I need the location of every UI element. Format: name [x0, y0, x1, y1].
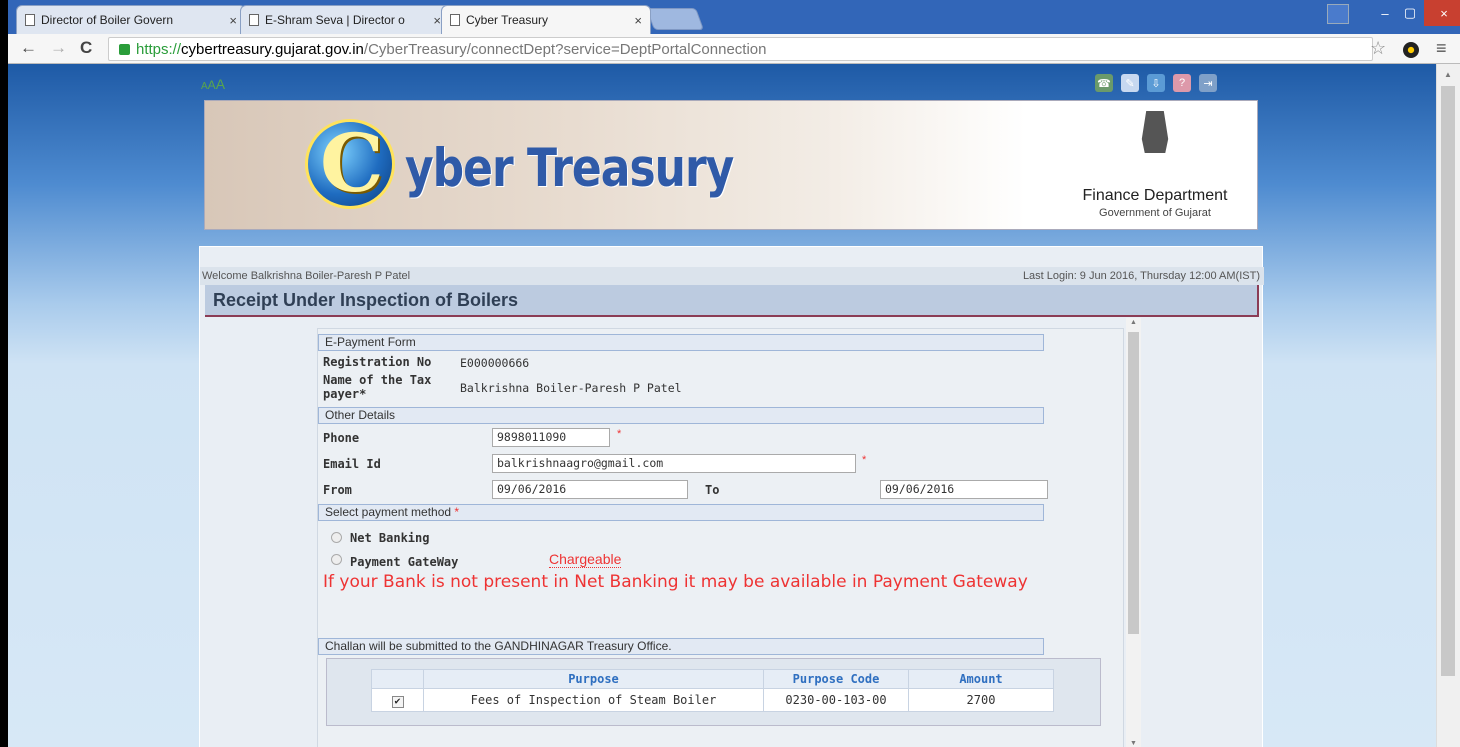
- chrome-menu-icon[interactable]: ≡: [1436, 38, 1447, 59]
- taxpayer-label: Name of the Tax: [323, 373, 432, 387]
- maximize-button[interactable]: ▢: [1398, 0, 1422, 26]
- tab-cyber-treasury[interactable]: Cyber Treasury ×: [441, 5, 651, 34]
- help-icon[interactable]: ?: [1173, 74, 1191, 92]
- tab-title: Cyber Treasury: [466, 13, 549, 27]
- scroll-up-icon[interactable]: ▲: [1444, 70, 1452, 79]
- phone-input[interactable]: 9898011090: [492, 428, 610, 447]
- amount-cell: 2700: [908, 688, 1054, 712]
- column-header-purpose-code: Purpose Code: [763, 669, 909, 689]
- email-input[interactable]: balkrishnaagro@gmail.com: [492, 454, 856, 473]
- extension-icon[interactable]: [1403, 42, 1419, 58]
- reload-icon[interactable]: C: [80, 38, 92, 58]
- row-checkbox[interactable]: ✔: [391, 695, 404, 708]
- new-tab-button[interactable]: [645, 8, 705, 30]
- tab-director-of-boiler[interactable]: Director of Boiler Govern ×: [16, 5, 246, 34]
- form-scrollbar-thumb[interactable]: [1128, 332, 1139, 634]
- payment-method-heading: Select payment method: [325, 505, 452, 519]
- state-emblem-icon: [1141, 111, 1169, 171]
- brand-initial: C: [320, 116, 384, 210]
- page-title: Receipt Under Inspection of Boilers: [205, 285, 1259, 317]
- cyber-treasury-banner: C yber Treasury Finance Department Gover…: [204, 100, 1258, 230]
- purpose-table: Purpose Purpose Code Amount ✔ Fees of In…: [371, 669, 1054, 712]
- payment-gateway-radio[interactable]: [331, 554, 342, 565]
- url-host: cybertreasury.gujarat.gov.in: [181, 40, 364, 58]
- font-large-button[interactable]: A: [216, 76, 225, 92]
- email-label: Email Id: [323, 457, 381, 471]
- address-toolbar: ← → C https://cybertreasury.gujarat.gov.…: [8, 34, 1460, 64]
- close-tab-icon[interactable]: ×: [634, 13, 642, 28]
- registration-label: Registration No: [323, 355, 432, 369]
- last-login-text: Last Login: 9 Jun 2016, Thursday 12:00 A…: [1022, 270, 1260, 282]
- section-other-details: Other Details: [318, 407, 1044, 424]
- required-mark: *: [617, 428, 622, 440]
- welcome-text: Welcome Balkrishna Boiler-Paresh P Patel: [202, 270, 411, 282]
- tab-title: E-Shram Seva | Director o: [265, 13, 405, 27]
- from-label: From: [323, 483, 352, 497]
- scroll-down-icon[interactable]: ▼: [1130, 740, 1137, 747]
- header-icons: ☎ ✎ ⇩ ? ⇥: [1095, 74, 1217, 92]
- chargeable-link[interactable]: Chargeable: [549, 551, 622, 568]
- user-profile-icon[interactable]: [1327, 4, 1349, 24]
- font-medium-button[interactable]: A: [208, 78, 216, 92]
- section-payment-method: Select payment method *: [318, 504, 1044, 521]
- table-row: ✔ Fees of Inspection of Steam Boiler 023…: [371, 688, 1054, 712]
- url-bar[interactable]: https://cybertreasury.gujarat.gov.in/Cyb…: [108, 37, 1373, 61]
- column-header-purpose: Purpose: [423, 669, 764, 689]
- page-scrollbar-thumb[interactable]: [1441, 86, 1455, 676]
- font-size-controls: AAA: [201, 76, 225, 92]
- phone-label: Phone: [323, 431, 360, 445]
- form-scrollbar[interactable]: ▲ ▼: [1126, 318, 1141, 747]
- from-date-input[interactable]: 09/06/2016: [492, 480, 688, 499]
- close-window-button[interactable]: ×: [1424, 0, 1460, 26]
- taxpayer-label-line2: payer*: [323, 387, 367, 401]
- forward-icon[interactable]: →: [50, 38, 67, 58]
- net-banking-radio[interactable]: [331, 532, 342, 543]
- payment-gateway-label[interactable]: Payment GateWay: [350, 555, 458, 569]
- registration-value: E000000666: [460, 356, 530, 370]
- purpose-code-cell: 0230-00-103-00: [763, 688, 909, 712]
- window-edge: [0, 0, 8, 747]
- browser-tab-bar: Director of Boiler Govern × E-Shram Seva…: [8, 0, 1460, 34]
- government-name: Government of Gujarat: [1099, 207, 1211, 219]
- welcome-bar: Welcome Balkrishna Boiler-Paresh P Patel…: [200, 267, 1264, 285]
- edit-icon[interactable]: ✎: [1121, 74, 1139, 92]
- back-icon[interactable]: ←: [20, 38, 37, 58]
- bank-warning-text: If your Bank is not present in Net Banki…: [323, 572, 1028, 592]
- tab-title: Director of Boiler Govern: [41, 13, 174, 27]
- page-icon: [249, 14, 259, 26]
- lock-icon: [119, 43, 130, 55]
- to-date-input[interactable]: 09/06/2016: [880, 480, 1048, 499]
- required-mark: *: [862, 454, 867, 466]
- url-scheme: https://: [136, 40, 182, 58]
- challan-note: Challan will be submitted to the GANDHIN…: [318, 638, 1044, 655]
- brand-title: yber Treasury: [405, 137, 734, 200]
- net-banking-label[interactable]: Net Banking: [350, 531, 429, 545]
- column-header-select: [371, 669, 424, 689]
- page-icon: [450, 14, 460, 26]
- department-name: Finance Department: [1082, 187, 1228, 204]
- tab-e-shram-seva[interactable]: E-Shram Seva | Director o ×: [240, 5, 450, 34]
- required-mark: *: [454, 505, 460, 519]
- scroll-up-icon[interactable]: ▲: [1130, 319, 1137, 326]
- page-scrollbar[interactable]: ▲: [1436, 64, 1460, 747]
- minimize-button[interactable]: –: [1373, 0, 1397, 26]
- taxpayer-value: Balkrishna Boiler-Paresh P Patel: [460, 381, 682, 395]
- font-small-button[interactable]: A: [201, 81, 208, 92]
- to-label: To: [705, 483, 720, 497]
- download-icon[interactable]: ⇩: [1147, 74, 1165, 92]
- bookmark-star-icon[interactable]: ☆: [1370, 38, 1386, 59]
- column-header-amount: Amount: [908, 669, 1054, 689]
- page-icon: [25, 14, 35, 26]
- table-header-row: Purpose Purpose Code Amount: [371, 669, 1054, 689]
- close-tab-icon[interactable]: ×: [433, 13, 441, 28]
- close-tab-icon[interactable]: ×: [229, 13, 237, 28]
- logout-icon[interactable]: ⇥: [1199, 74, 1217, 92]
- url-path: /CyberTreasury/connectDept?service=DeptP…: [363, 40, 767, 58]
- row-select-cell: ✔: [371, 688, 424, 712]
- contact-phone-icon[interactable]: ☎: [1095, 74, 1113, 92]
- section-epayment-form: E-Payment Form: [318, 334, 1044, 351]
- purpose-cell: Fees of Inspection of Steam Boiler: [423, 688, 764, 712]
